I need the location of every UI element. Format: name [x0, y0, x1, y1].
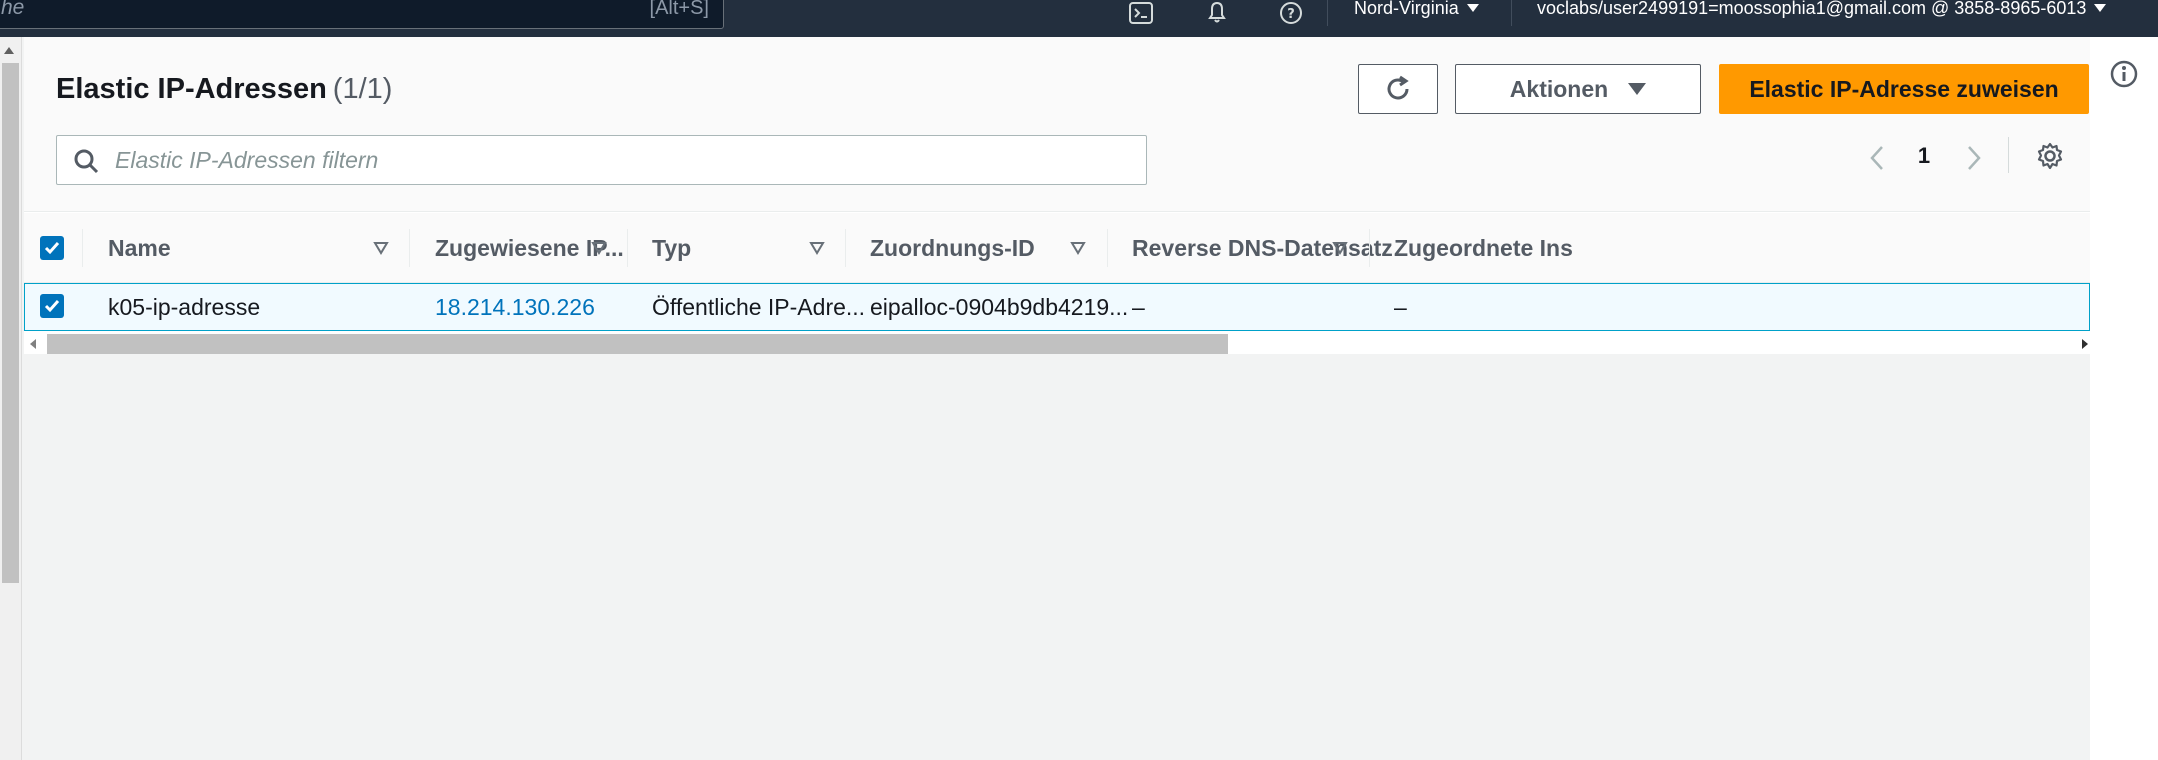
- scroll-right-icon[interactable]: [2082, 339, 2088, 349]
- scrollbar-thumb[interactable]: [47, 334, 1228, 354]
- help-icon[interactable]: ?: [1275, 0, 1307, 26]
- chevron-down-icon: [1466, 4, 1479, 12]
- empty-content-area: [24, 354, 2090, 760]
- column-header-allocation-id[interactable]: Zuordnungs-ID: [870, 213, 1035, 283]
- search-icon: [74, 149, 99, 174]
- check-icon: [44, 300, 60, 313]
- column-separator: [409, 229, 410, 267]
- actions-label: Aktionen: [1509, 75, 1609, 102]
- cell-reverse-dns: –: [1132, 293, 1145, 320]
- chevron-right-icon[interactable]: [1964, 144, 1984, 172]
- table-header: Name Zugewiesene IP... Typ Zuordnungs-ID…: [24, 213, 2090, 283]
- allocate-elastic-ip-button[interactable]: Elastic IP-Adresse zuweisen: [1719, 64, 2089, 114]
- cell-allocation-id: eipalloc-0904b9db4219...: [870, 293, 1129, 320]
- sort-icon[interactable]: [1332, 241, 1348, 255]
- horizontal-scrollbar[interactable]: [24, 334, 2090, 354]
- pager-separator: [2008, 137, 2009, 173]
- global-search-input[interactable]: he [Alt+S]: [0, 0, 724, 29]
- current-page-number[interactable]: 1: [1912, 143, 1936, 169]
- top-navigation-bar: he [Alt+S] ? Nord-Virginia voclabs/user2…: [0, 0, 2158, 37]
- refresh-button[interactable]: [1358, 64, 1438, 114]
- column-header-associated-instance[interactable]: Zugeordnete Ins: [1394, 213, 1573, 283]
- sort-icon[interactable]: [373, 241, 389, 255]
- title-text: Elastic IP-Adressen: [56, 73, 327, 105]
- scrollbar-thumb[interactable]: [2, 63, 19, 583]
- select-all-checkbox[interactable]: [40, 236, 64, 260]
- account-menu[interactable]: voclabs/user2499191=moossophia1@gmail.co…: [1537, 0, 2107, 18]
- scroll-up-icon[interactable]: [4, 47, 14, 54]
- sort-icon[interactable]: [1070, 241, 1086, 255]
- item-count: (1/1): [332, 73, 393, 105]
- sort-icon[interactable]: [591, 241, 607, 255]
- allocate-label: Elastic IP-Adresse zuweisen: [1749, 75, 2059, 102]
- gear-icon[interactable]: [2035, 141, 2065, 171]
- search-placeholder: he: [1, 0, 25, 19]
- scroll-left-icon[interactable]: [30, 339, 36, 349]
- column-separator: [627, 229, 628, 267]
- bell-icon[interactable]: [1201, 0, 1233, 26]
- cell-type: Öffentliche IP-Adre...: [652, 293, 866, 320]
- refresh-icon: [1387, 75, 1409, 100]
- actions-dropdown-button[interactable]: Aktionen: [1455, 64, 1701, 114]
- row-checkbox[interactable]: [40, 294, 64, 318]
- column-separator: [1369, 229, 1370, 267]
- cell-ip-link[interactable]: 18.214.130.226: [435, 284, 595, 330]
- column-header-name[interactable]: Name: [108, 213, 171, 283]
- column-separator: [82, 229, 83, 267]
- vertical-scrollbar[interactable]: [0, 37, 22, 760]
- elastic-ip-table-container: Elastic IP-Adressen (1/1) Aktionen Elasti…: [24, 37, 2090, 760]
- nav-separator: [1511, 0, 1512, 26]
- svg-text:?: ?: [1287, 7, 1295, 22]
- region-selector[interactable]: Nord-Virginia: [1354, 0, 1479, 17]
- column-header-reverse-dns[interactable]: Reverse DNS-Datensatz: [1132, 213, 1393, 283]
- filter-input[interactable]: Elastic IP-Adressen filtern: [56, 135, 1147, 185]
- region-label: Nord-Virginia: [1354, 0, 1459, 18]
- chevron-left-icon[interactable]: [1867, 144, 1887, 172]
- tools-panel: [2090, 37, 2158, 760]
- search-shortcut-hint: [Alt+S]: [649, 0, 709, 19]
- column-separator: [1107, 229, 1108, 267]
- column-header-type[interactable]: Typ: [652, 213, 691, 283]
- table-row[interactable]: k05-ip-adresse 18.214.130.226 Öffentlich…: [24, 283, 2090, 331]
- sort-icon[interactable]: [809, 241, 825, 255]
- page-title: Elastic IP-Adressen (1/1): [56, 73, 392, 106]
- account-label: voclabs/user2499191=moossophia1@gmail.co…: [1537, 0, 2087, 18]
- check-icon: [44, 242, 60, 255]
- filter-placeholder: Elastic IP-Adressen filtern: [115, 147, 379, 173]
- table-header-area: Elastic IP-Adressen (1/1) Aktionen Elasti…: [24, 37, 2090, 212]
- chevron-down-icon: [2094, 4, 2107, 12]
- cloudshell-icon[interactable]: [1125, 0, 1157, 26]
- caret-down-icon: [1628, 83, 1647, 95]
- column-separator: [845, 229, 846, 267]
- cell-associated-instance: –: [1394, 293, 1407, 320]
- cell-name: k05-ip-adresse: [108, 293, 261, 320]
- nav-separator: [1327, 0, 1328, 26]
- info-icon[interactable]: [2109, 59, 2139, 89]
